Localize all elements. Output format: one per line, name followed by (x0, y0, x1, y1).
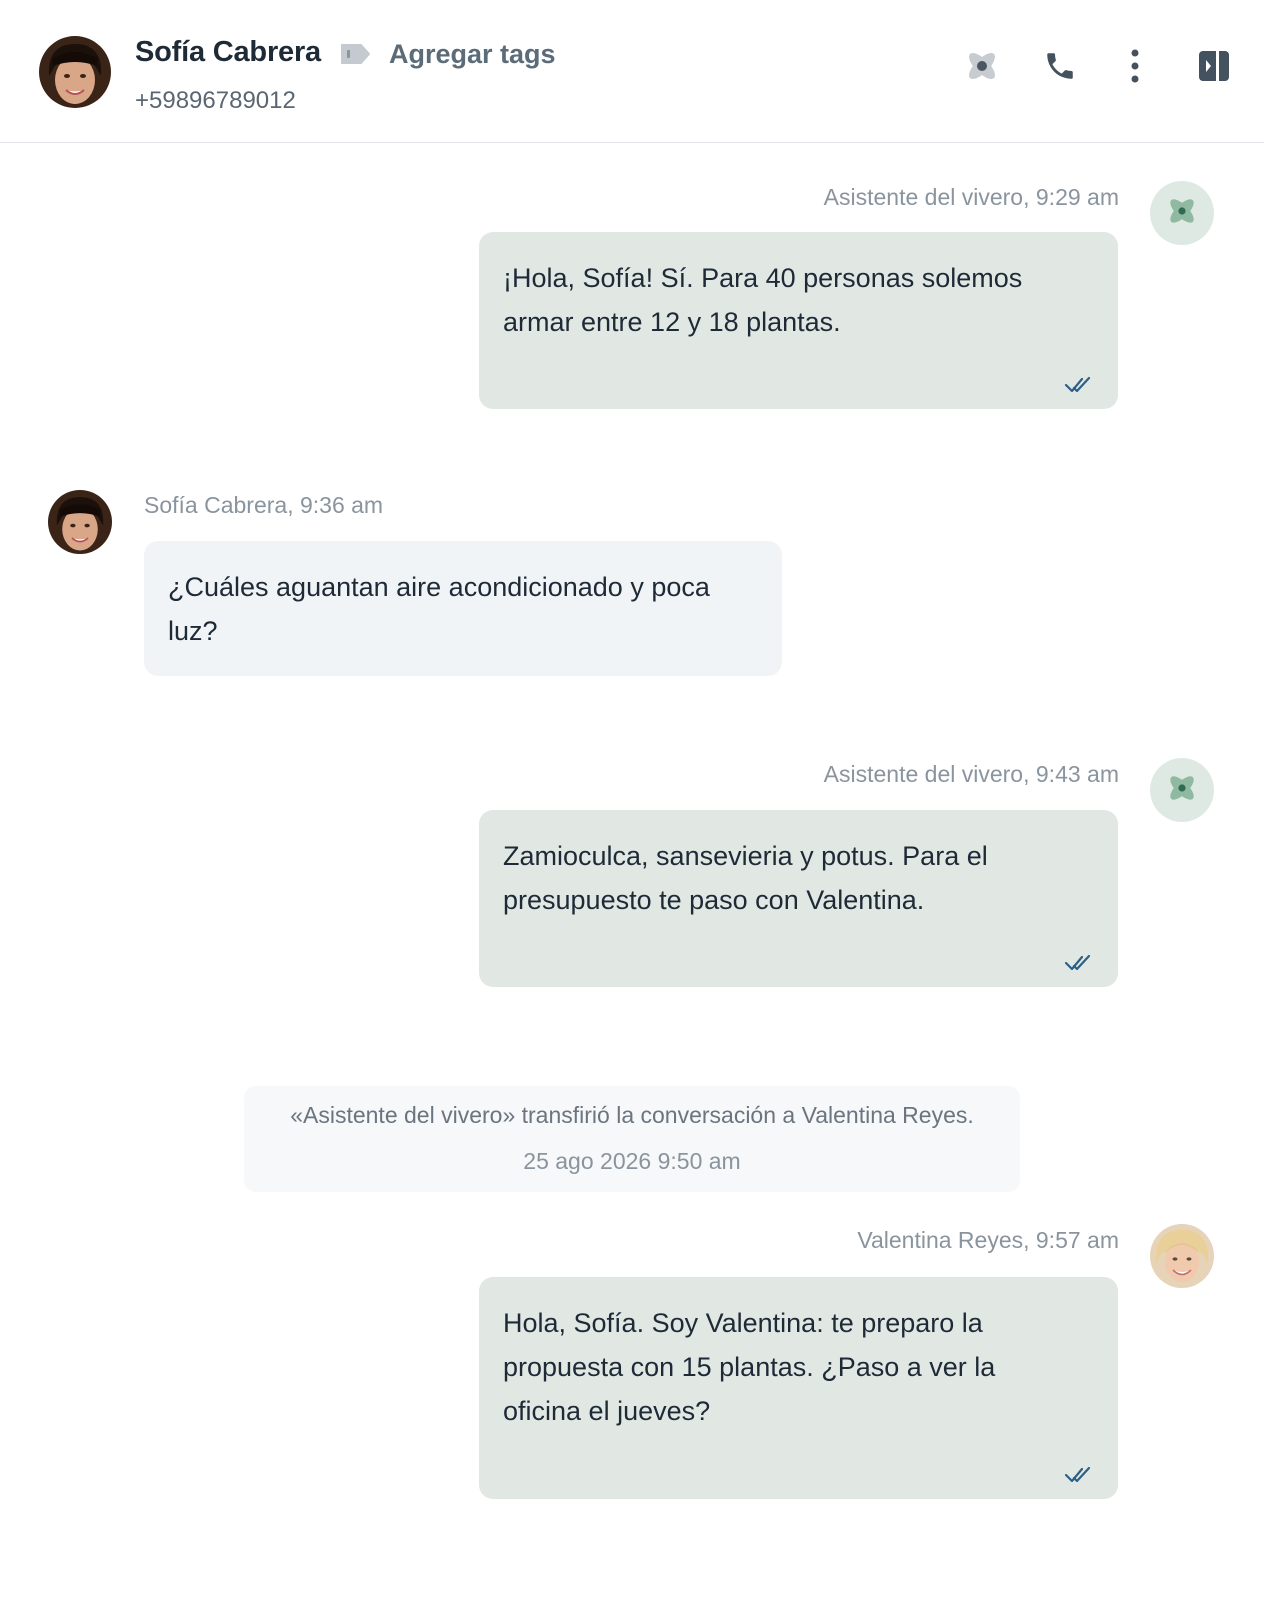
agent-avatar (1150, 1224, 1214, 1288)
conversation-header: Sofía Cabrera Agregar tags +59896789012 (0, 0, 1264, 143)
transfer-notice: «Asistente del vivero» transfirió la con… (244, 1086, 1020, 1192)
double-check-icon (1064, 941, 1092, 971)
call-button[interactable] (1036, 44, 1084, 92)
more-options-button[interactable] (1111, 44, 1159, 92)
message-meta: Valentina Reyes, 9:57 am (857, 1227, 1119, 1253)
message-text: Zamioculca, sansevieria y potus. Para el… (503, 841, 988, 915)
contact-phone: +59896789012 (135, 87, 296, 114)
contact-name: Sofía Cabrera (135, 36, 321, 68)
message-bubble: ¿Cuáles aguantan aire acondicionado y po… (144, 541, 782, 676)
message-bubble: Zamioculca, sansevieria y potus. Para el… (479, 810, 1118, 987)
bot-avatar (1150, 758, 1214, 822)
transfer-notice-timestamp: 25 ago 2026 9:50 am (523, 1148, 741, 1174)
phone-icon (1043, 49, 1077, 88)
message-meta: Sofía Cabrera, 9:36 am (144, 492, 384, 518)
double-check-icon (1064, 1453, 1092, 1483)
message-bubble: ¡Hola, Sofía! Sí. Para 40 personas solem… (479, 232, 1118, 409)
message-meta: Asistente del vivero, 9:43 am (823, 761, 1119, 787)
bot-icon (1164, 770, 1200, 811)
toggle-sidebar-button[interactable] (1190, 44, 1238, 92)
message-text: ¡Hola, Sofía! Sí. Para 40 personas solem… (503, 263, 1023, 337)
message-text: ¿Cuáles aguantan aire acondicionado y po… (168, 572, 710, 646)
message-meta: Asistente del vivero, 9:29 am (823, 184, 1119, 210)
bot-avatar (1150, 181, 1214, 245)
bot-icon (962, 46, 1002, 91)
bot-icon (1164, 193, 1200, 234)
contact-avatar[interactable] (39, 36, 111, 108)
transfer-notice-text: «Asistente del vivero» transfirió la con… (290, 1102, 974, 1128)
message-text: Hola, Sofía. Soy Valentina: te preparo l… (503, 1308, 996, 1426)
tag-icon (339, 42, 371, 66)
add-tags-button[interactable]: Agregar tags (389, 39, 556, 70)
more-vertical-icon (1129, 48, 1141, 89)
message-bubble: Hola, Sofía. Soy Valentina: te preparo l… (479, 1277, 1118, 1499)
contact-message-avatar (48, 490, 112, 554)
bot-button[interactable] (958, 44, 1006, 92)
sidebar-toggle-icon (1197, 49, 1231, 88)
double-check-icon (1064, 363, 1092, 393)
